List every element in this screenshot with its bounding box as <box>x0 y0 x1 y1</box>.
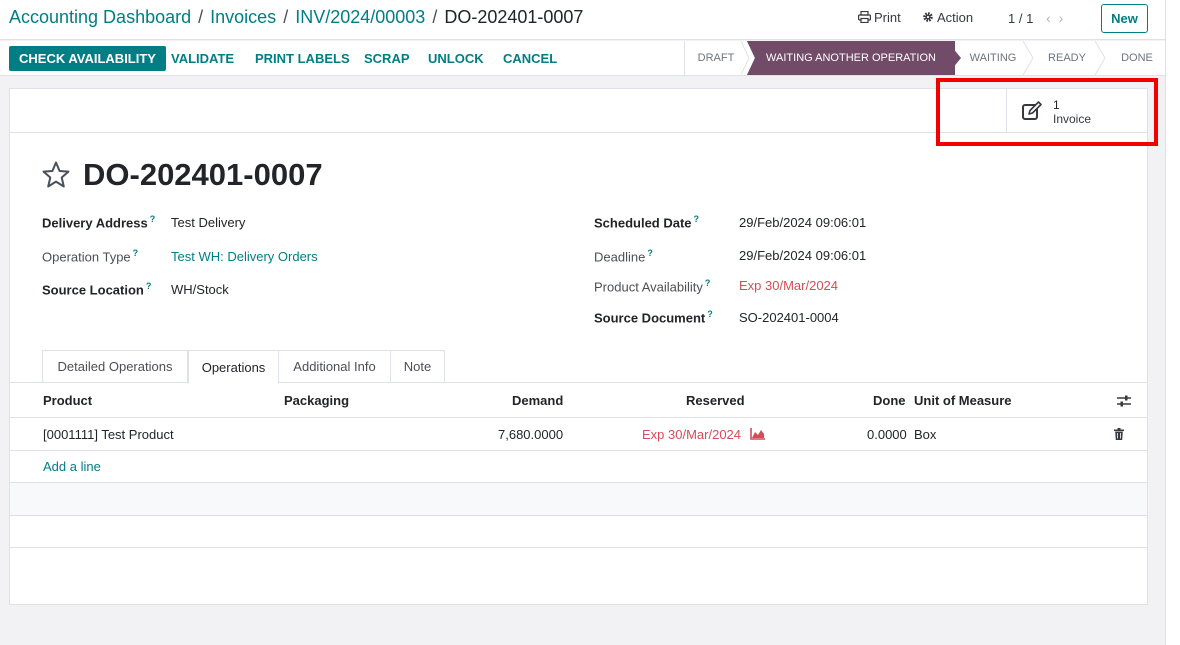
help-icon[interactable]: ? <box>133 248 139 258</box>
chevron-left-icon[interactable]: ‹ <box>1046 10 1059 26</box>
column-header-done[interactable]: Done <box>873 393 906 408</box>
add-line-link[interactable]: Add a line <box>43 459 101 474</box>
breadcrumb-accounting-dashboard[interactable]: Accounting Dashboard <box>9 7 191 27</box>
cancel-button[interactable]: CANCEL <box>503 51 557 66</box>
stage-waiting-another-operation[interactable]: WAITING ANOTHER OPERATION <box>747 41 955 75</box>
operation-type-label: Operation Type? <box>42 248 138 264</box>
column-header-packaging[interactable]: Packaging <box>284 393 349 408</box>
row-divider <box>10 515 1147 516</box>
breadcrumb-current: DO-202401-0007 <box>444 7 584 27</box>
source-document-value[interactable]: SO-202401-0004 <box>739 310 839 325</box>
cell-done[interactable]: 0.0000 <box>867 427 907 442</box>
empty-row <box>10 483 1147 515</box>
product-availability-label-text: Product Availability <box>594 279 703 295</box>
scheduled-date-label: Scheduled Date? <box>594 214 699 230</box>
scrap-button[interactable]: SCRAP <box>364 51 410 66</box>
column-header-unit-of-measure[interactable]: Unit of Measure <box>914 393 1012 408</box>
stage-done[interactable]: DONE <box>1109 41 1165 75</box>
highlight-box <box>936 78 1158 146</box>
breadcrumb-separator: / <box>283 7 289 27</box>
row-divider <box>10 547 1147 548</box>
breadcrumb-separator: / <box>198 7 204 27</box>
scheduled-date-value[interactable]: 29/Feb/2024 09:06:01 <box>739 215 866 230</box>
column-settings-icon[interactable] <box>1117 395 1131 407</box>
forecast-chart-icon[interactable] <box>750 428 765 440</box>
status-bar: DRAFT WAITING ANOTHER OPERATION WAITING … <box>684 41 1165 75</box>
column-header-demand[interactable]: Demand <box>512 393 563 408</box>
trash-icon[interactable] <box>1114 428 1124 440</box>
source-document-label: Source Document? <box>594 309 713 325</box>
breadcrumb-invoice-record[interactable]: INV/2024/00003 <box>295 7 425 27</box>
column-header-product[interactable]: Product <box>43 393 92 408</box>
source-location-label-text: Source Location <box>42 282 144 298</box>
pager-arrows: ‹› <box>1046 10 1071 26</box>
stage-waiting[interactable]: WAITING <box>961 41 1025 75</box>
control-bar: CHECK AVAILABILITY VALIDATE PRINT LABELS… <box>0 41 1165 76</box>
tab-detailed-operations[interactable]: Detailed Operations <box>42 350 188 383</box>
check-availability-button[interactable]: CHECK AVAILABILITY <box>9 46 166 71</box>
row-divider <box>10 417 1147 418</box>
breadcrumb-invoices[interactable]: Invoices <box>210 7 276 27</box>
column-header-reserved[interactable]: Reserved <box>686 393 745 408</box>
source-location-label: Source Location? <box>42 281 151 297</box>
action-label: Action <box>937 10 974 25</box>
scheduled-date-label-text: Scheduled Date <box>594 215 692 231</box>
cell-product[interactable]: [0001111] Test Product <box>43 427 174 442</box>
printer-icon <box>858 10 872 24</box>
delivery-address-label: Delivery Address? <box>42 214 155 230</box>
stage-ready[interactable]: READY <box>1035 41 1099 75</box>
cell-demand[interactable]: 7,680.0000 <box>498 427 563 442</box>
deadline-label-text: Deadline <box>594 249 646 265</box>
tab-note[interactable]: Note <box>390 350 445 383</box>
operation-type-label-text: Operation Type <box>42 249 131 265</box>
help-icon[interactable]: ? <box>705 278 711 288</box>
product-availability-label: Product Availability? <box>594 278 710 294</box>
pager-value[interactable]: 1 / 1 <box>1008 11 1033 26</box>
star-icon[interactable] <box>41 160 71 190</box>
help-icon[interactable]: ? <box>150 214 156 224</box>
validate-button[interactable]: VALIDATE <box>171 51 234 66</box>
help-icon[interactable]: ? <box>647 248 653 258</box>
deadline-label: Deadline? <box>594 248 653 264</box>
help-icon[interactable]: ? <box>146 281 152 291</box>
deadline-value[interactable]: 29/Feb/2024 09:06:01 <box>739 248 866 263</box>
new-button[interactable]: New <box>1101 4 1148 33</box>
action-button[interactable]: Action <box>922 10 973 25</box>
source-document-label-text: Source Document <box>594 310 706 326</box>
product-availability-value: Exp 30/Mar/2024 <box>739 278 839 293</box>
help-icon[interactable]: ? <box>707 309 713 319</box>
right-panel-edge <box>1165 0 1180 645</box>
print-button[interactable]: Print <box>858 10 901 25</box>
tab-additional-info[interactable]: Additional Info <box>278 350 391 383</box>
print-label: Print <box>874 10 901 25</box>
operation-type-value[interactable]: Test WH: Delivery Orders <box>171 249 318 264</box>
tab-operations[interactable]: Operations <box>188 350 279 384</box>
breadcrumb-separator: / <box>432 7 438 27</box>
record-title: DO-202401-0007 <box>83 157 323 192</box>
source-location-value[interactable]: WH/Stock <box>171 282 229 297</box>
cell-unit-of-measure[interactable]: Box <box>914 427 936 442</box>
gear-icon <box>923 12 933 22</box>
top-header: Accounting Dashboard / Invoices / INV/2024/0… <box>0 0 1165 40</box>
breadcrumb: Accounting Dashboard / Invoices / INV/2024/0… <box>9 7 583 28</box>
stage-draft[interactable]: DRAFT <box>685 41 747 75</box>
stage-arrow <box>947 41 961 75</box>
cell-reserved: Exp 30/Mar/2024 <box>642 427 742 442</box>
delivery-address-value[interactable]: Test Delivery <box>171 215 245 230</box>
row-divider <box>10 450 1147 451</box>
print-labels-button[interactable]: PRINT LABELS <box>255 51 350 66</box>
stage-arrow <box>741 41 755 75</box>
stage-arrow <box>1095 41 1106 75</box>
help-icon[interactable]: ? <box>694 214 700 224</box>
chevron-right-icon[interactable]: › <box>1059 10 1072 26</box>
delivery-address-label-text: Delivery Address <box>42 215 148 231</box>
unlock-button[interactable]: UNLOCK <box>428 51 484 66</box>
